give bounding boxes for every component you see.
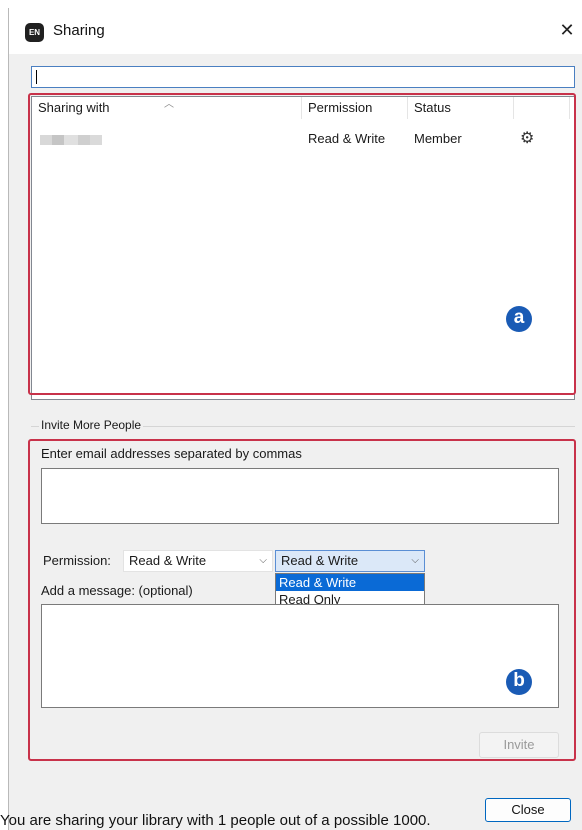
permission-label: Permission: xyxy=(43,553,111,568)
permission-select-open-value: Read & Write xyxy=(281,553,359,568)
email-field[interactable] xyxy=(41,468,559,524)
sharing-dialog: EN Sharing ✕ Sharing with ︿ Permission S… xyxy=(8,8,582,830)
column-header-permission[interactable]: Permission xyxy=(302,97,408,119)
message-label: Add a message: (optional) xyxy=(41,583,193,598)
gear-icon[interactable]: ⚙ xyxy=(520,129,534,149)
permission-select-open[interactable]: Read & Write ⌵ xyxy=(275,550,425,572)
title-bar: EN Sharing ✕ xyxy=(9,8,582,54)
permission-select-value: Read & Write xyxy=(129,553,207,568)
row-permission: Read & Write xyxy=(308,131,386,146)
invite-button[interactable]: Invite xyxy=(479,732,559,758)
option-read-write[interactable]: Read & Write xyxy=(276,574,424,591)
message-field[interactable] xyxy=(41,604,559,708)
close-window-icon[interactable]: ✕ xyxy=(555,18,579,42)
permission-select[interactable]: Read & Write ⌵ xyxy=(123,550,273,572)
search-input[interactable] xyxy=(31,66,575,88)
chevron-down-icon: ⌵ xyxy=(259,555,267,566)
window-title: Sharing xyxy=(53,22,105,39)
close-button[interactable]: Close xyxy=(485,798,571,822)
column-header-status[interactable]: Status xyxy=(408,97,514,119)
invite-group-title: Invite More People xyxy=(39,418,144,432)
redacted-name xyxy=(40,135,102,145)
chevron-down-icon: ⌵ xyxy=(411,555,419,566)
email-label: Enter email addresses separated by comma… xyxy=(41,446,302,461)
sharing-status-text: You are sharing your library with 1 peop… xyxy=(0,812,431,829)
column-header-actions[interactable] xyxy=(514,97,570,119)
row-status: Member xyxy=(414,131,462,146)
app-logo-icon: EN xyxy=(25,23,44,42)
sharing-list[interactable]: Sharing with ︿ Permission Status Read & … xyxy=(31,96,575,400)
list-item[interactable]: Read & Write Member ⚙ xyxy=(32,129,574,149)
list-header: Sharing with ︿ Permission Status xyxy=(32,97,574,119)
annotation-badge-a: a xyxy=(506,306,532,332)
text-caret xyxy=(36,70,37,84)
annotation-badge-b: b xyxy=(506,669,532,695)
sort-ascending-icon: ︿ xyxy=(164,99,174,110)
